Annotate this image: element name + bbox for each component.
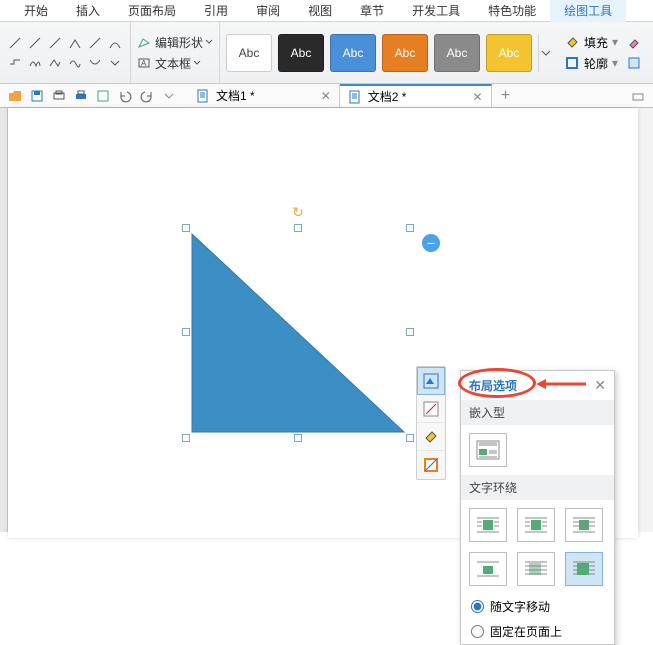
quick-access-row: 文档1 * ✕ 文档2 * ✕ + — [0, 84, 653, 108]
outline-label: 轮廓 — [584, 55, 608, 72]
shape-styles-gallery: Abc Abc Abc Abc Abc Abc — [220, 34, 558, 72]
menu-references[interactable]: 引用 — [190, 0, 242, 22]
outline-button[interactable]: 轮廓▾ — [564, 55, 642, 72]
section-wrap-label: 文字环绕 — [461, 475, 614, 500]
style-swatch-2[interactable]: Abc — [278, 34, 324, 72]
format-pane-icon[interactable] — [626, 55, 642, 71]
save-icon[interactable] — [28, 87, 46, 105]
tab-list-icon[interactable] — [629, 87, 647, 105]
chevron-down-icon — [205, 38, 213, 46]
triangle-shape[interactable] — [186, 228, 410, 438]
shape-outline-button[interactable] — [417, 451, 445, 479]
menu-insert[interactable]: 插入 — [62, 0, 114, 22]
radio-fixed-on-page[interactable]: 固定在页面上 — [461, 619, 614, 644]
resize-handle-s[interactable] — [294, 434, 302, 442]
menu-special[interactable]: 特色功能 — [474, 0, 550, 22]
edit-shape-icon — [137, 35, 151, 49]
popup-title: 布局选项 — [469, 377, 517, 394]
undo-icon[interactable] — [116, 87, 134, 105]
resize-handle-se[interactable] — [406, 434, 414, 442]
wrap-through-option[interactable] — [565, 508, 603, 542]
text-box-label: 文本框 — [155, 55, 191, 72]
close-icon[interactable]: ✕ — [321, 89, 331, 103]
text-box-button[interactable]: A 文本框 — [137, 53, 213, 74]
rotate-handle[interactable]: ↻ — [292, 204, 304, 221]
fill-label: 填充 — [584, 34, 608, 51]
section-inline-label: 嵌入型 — [461, 400, 614, 425]
style-swatch-6[interactable]: Abc — [486, 34, 532, 72]
shape-picker[interactable] — [6, 34, 124, 72]
shapes-more-icon[interactable] — [106, 54, 124, 72]
new-tab-button[interactable]: + — [496, 86, 516, 106]
edit-tools-group: 编辑形状 A 文本框 — [131, 22, 220, 83]
layout-options-popup: 布局选项 ✕ 嵌入型 文字环绕 随文字移动 固定在页面上 — [460, 370, 615, 645]
style-swatch-3[interactable]: Abc — [330, 34, 376, 72]
styles-more-button[interactable] — [538, 34, 552, 72]
svg-text:A: A — [141, 59, 147, 68]
menu-view[interactable]: 视图 — [294, 0, 346, 22]
document-icon — [196, 89, 210, 103]
close-icon[interactable]: ✕ — [472, 90, 482, 104]
edit-shape-label: 编辑形状 — [155, 34, 203, 51]
layout-options-button[interactable] — [417, 367, 445, 395]
resize-handle-n[interactable] — [294, 224, 302, 232]
fill-outline-group: 填充▾ 轮廓▾ — [558, 32, 648, 74]
redo-icon[interactable] — [138, 87, 156, 105]
outline-icon — [564, 55, 580, 71]
menu-chapter[interactable]: 章节 — [346, 0, 398, 22]
shapes-group — [0, 22, 131, 83]
layout-inline-option[interactable] — [469, 433, 507, 467]
menu-page-layout[interactable]: 页面布局 — [114, 0, 190, 22]
shape-mini-toolbar — [416, 366, 446, 480]
radio-move-input[interactable] — [471, 600, 484, 613]
resize-handle-sw[interactable] — [182, 434, 190, 442]
style-swatch-5[interactable]: Abc — [434, 34, 480, 72]
resize-handle-e[interactable] — [406, 328, 414, 336]
doc-tab-1-label: 文档1 * — [216, 87, 255, 104]
menu-drawing-tools[interactable]: 绘图工具 — [550, 0, 626, 22]
collapse-icon[interactable]: − — [422, 234, 440, 252]
fill-button[interactable]: 填充▾ — [564, 34, 642, 51]
doc-tab-2[interactable]: 文档2 * ✕ — [340, 84, 492, 107]
open-icon[interactable] — [6, 87, 24, 105]
eraser-icon[interactable] — [626, 34, 642, 50]
radio-move-with-text[interactable]: 随文字移动 — [461, 594, 614, 619]
qat-more-icon[interactable] — [160, 87, 178, 105]
menu-start[interactable]: 开始 — [10, 0, 62, 22]
template-icon[interactable] — [94, 87, 112, 105]
wrap-behind-option[interactable] — [517, 552, 555, 586]
document-icon — [348, 90, 362, 104]
style-swatch-1[interactable]: Abc — [226, 34, 272, 72]
doc-tab-1[interactable]: 文档1 * ✕ — [188, 84, 340, 107]
document-tabs: 文档1 * ✕ 文档2 * ✕ + — [188, 84, 516, 107]
paint-bucket-icon — [564, 34, 580, 50]
close-icon[interactable]: ✕ — [594, 377, 606, 394]
selected-shape[interactable]: ↻ − — [186, 228, 410, 438]
text-box-icon: A — [137, 56, 151, 70]
wrap-tight-option[interactable] — [517, 508, 555, 542]
wrap-front-option[interactable] — [565, 552, 603, 586]
shape-fill-button[interactable] — [417, 423, 445, 451]
canvas-area: ↻ − 布局选项 ✕ 嵌入型 文字环绕 — [0, 108, 653, 532]
resize-handle-w[interactable] — [182, 328, 190, 336]
chevron-down-icon — [193, 59, 201, 67]
resize-handle-nw[interactable] — [182, 224, 190, 232]
radio-fixed-label: 固定在页面上 — [490, 623, 562, 640]
doc-tab-2-label: 文档2 * — [368, 88, 407, 105]
shape-style-button[interactable] — [417, 395, 445, 423]
style-swatch-4[interactable]: Abc — [382, 34, 428, 72]
print-icon[interactable] — [72, 87, 90, 105]
menu-bar: 开始 插入 页面布局 引用 审阅 视图 章节 开发工具 特色功能 绘图工具 — [0, 0, 653, 22]
resize-handle-ne[interactable] — [406, 224, 414, 232]
print-preview-icon[interactable] — [50, 87, 68, 105]
menu-devtools[interactable]: 开发工具 — [398, 0, 474, 22]
edit-shape-button[interactable]: 编辑形状 — [137, 32, 213, 53]
menu-review[interactable]: 审阅 — [242, 0, 294, 22]
vertical-ruler — [0, 108, 8, 532]
radio-fixed-input[interactable] — [471, 625, 484, 638]
radio-move-label: 随文字移动 — [490, 598, 550, 615]
wrap-square-option[interactable] — [469, 508, 507, 542]
ribbon: 编辑形状 A 文本框 Abc Abc Abc Abc Abc Abc 填充▾ 轮… — [0, 22, 653, 84]
wrap-topbottom-option[interactable] — [469, 552, 507, 586]
